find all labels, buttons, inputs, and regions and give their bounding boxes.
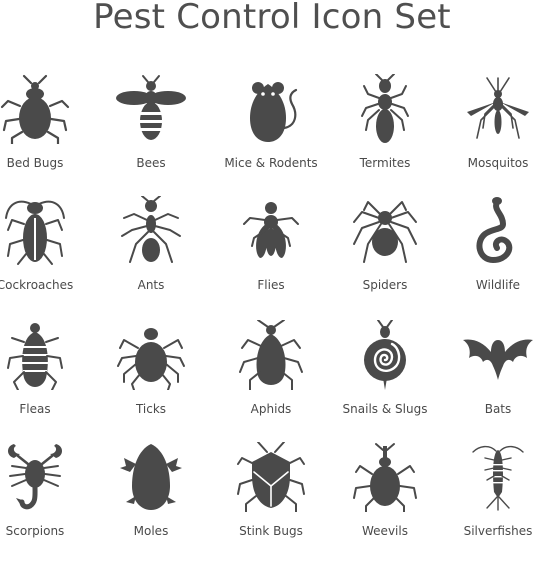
icon-cell-bats: Bats: [444, 320, 544, 438]
icon-label: Ants: [137, 278, 165, 292]
silverfish-icon: [472, 445, 524, 511]
icon-label: Spiders: [362, 278, 408, 292]
icon-cell-snails: Snails & Slugs: [331, 320, 439, 438]
icon-label: Stink Bugs: [239, 524, 303, 538]
icon-label: Snails & Slugs: [342, 402, 428, 416]
icon-cell-flies: Flies: [217, 196, 325, 314]
icon-cell-stink-bugs: Stink Bugs: [217, 442, 325, 560]
icon-label: Flies: [257, 278, 285, 292]
icon-cell-mosquitos: Mosquitos: [444, 74, 544, 192]
icon-cell-spiders: Spiders: [331, 196, 439, 314]
icon-cell-cockroaches: Cockroaches: [0, 196, 89, 314]
icon-cell-termites: Termites: [331, 74, 439, 192]
weevil-icon: [353, 443, 417, 512]
icon-cell-wildlife: Wildlife: [444, 196, 544, 314]
icon-label: Ticks: [135, 402, 167, 416]
icon-cell-ticks: Ticks: [97, 320, 205, 438]
icon-label: Mosquitos: [467, 156, 529, 170]
cockroach-icon: [5, 200, 65, 265]
icon-cell-moles: Moles: [97, 442, 205, 560]
scorpion-icon: [8, 444, 62, 510]
mosquito-icon: [467, 77, 529, 139]
page-title: Pest Control Icon Set: [93, 0, 451, 37]
icon-cell-silverfishes: Silverfishes: [444, 442, 544, 560]
icon-label: Bed Bugs: [6, 156, 64, 170]
termite-icon: [361, 74, 409, 143]
spider-icon: [353, 201, 417, 263]
aphid-icon: [239, 320, 303, 390]
fly-icon: [243, 202, 299, 258]
icon-label: Bees: [136, 156, 166, 170]
icon-label: Mice & Rodents: [224, 156, 318, 170]
bed-bug-icon: [0, 74, 70, 144]
icon-cell-mice: Mice & Rodents: [217, 74, 325, 192]
icon-label: Scorpions: [5, 524, 65, 538]
flea-icon: [7, 323, 63, 390]
icon-label: Silverfishes: [463, 524, 533, 538]
icon-label: Weevils: [362, 524, 408, 538]
mole-icon: [120, 444, 182, 510]
icon-cell-fleas: Fleas: [0, 320, 89, 438]
ant-icon: [121, 196, 181, 263]
icon-cell-bed-bugs: Bed Bugs: [0, 74, 89, 192]
icon-cell-ants: Ants: [97, 196, 205, 314]
icon-label: Cockroaches: [0, 278, 74, 292]
icon-cell-weevils: Weevils: [331, 442, 439, 560]
snail-icon: [364, 320, 406, 390]
bat-icon: [463, 338, 533, 380]
stink-bug-icon: [237, 442, 305, 512]
mouse-icon: [250, 82, 298, 142]
bee-icon: [116, 75, 186, 140]
icon-label: Termites: [359, 156, 411, 170]
icon-cell-bees: Bees: [97, 74, 205, 192]
icon-label: Fleas: [19, 402, 51, 416]
icon-label: Aphids: [250, 402, 292, 416]
snake-icon: [476, 197, 513, 263]
icon-cell-scorpions: Scorpions: [0, 442, 89, 560]
icon-cell-aphids: Aphids: [217, 320, 325, 438]
icon-label: Bats: [484, 402, 512, 416]
icon-label: Wildlife: [475, 278, 521, 292]
icon-label: Moles: [133, 524, 169, 538]
tick-icon: [117, 328, 185, 390]
